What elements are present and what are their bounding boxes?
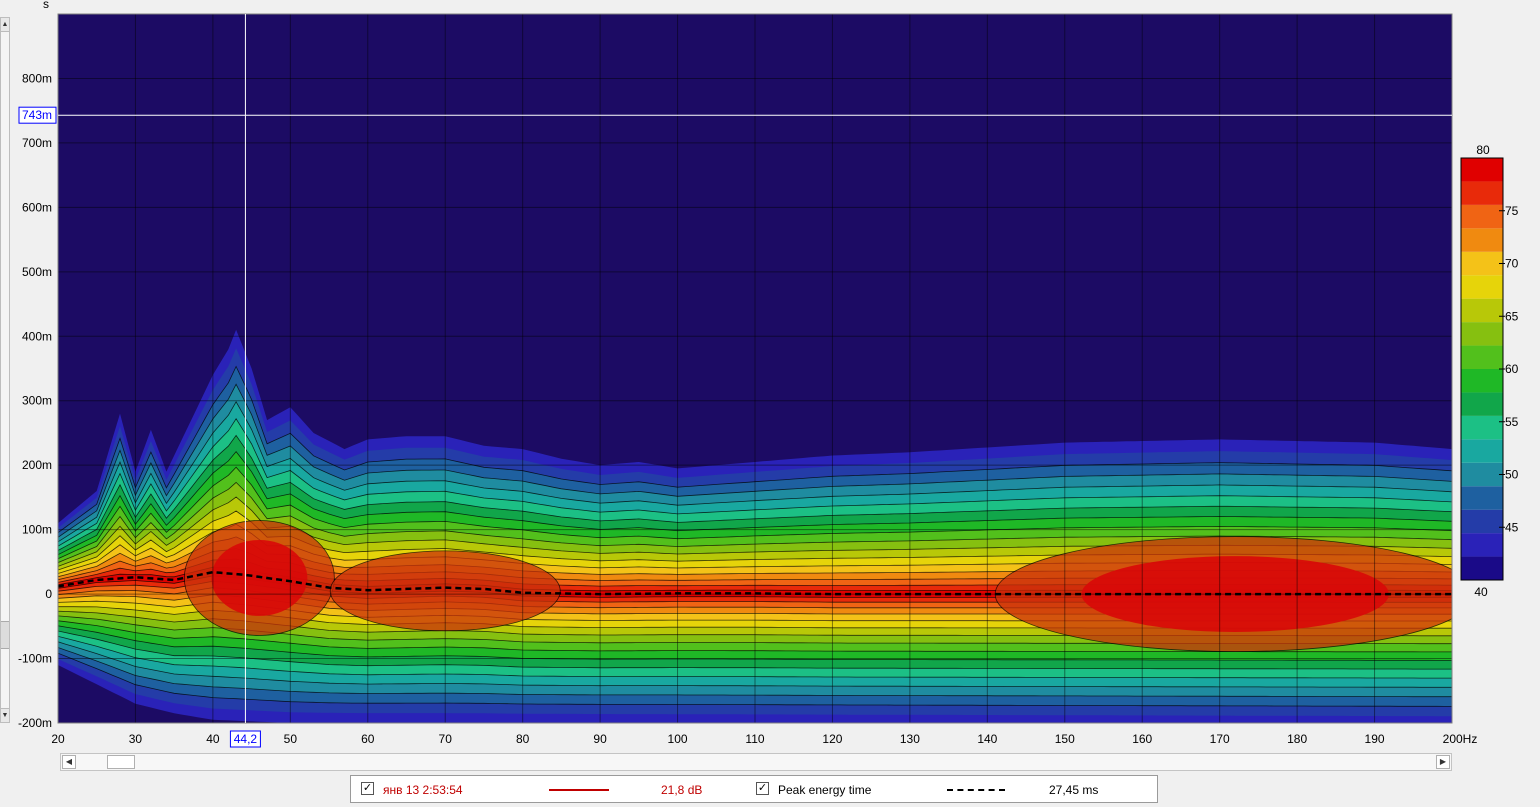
x-tick-label: 110 [745,732,764,746]
y-tick-label: 500m [22,265,52,279]
x-tick-label: 170 [1210,732,1230,746]
y-tick-label: -100m [18,652,52,666]
colorbar-segment [1461,298,1503,323]
peak-energy-line-swatch [947,789,1005,791]
legend-panel: ✓ янв 13 2:53:54 21,8 dB ✓ Peak energy t… [350,775,1158,803]
x-tick-label: 130 [900,732,920,746]
cursor-time-label: 743m [22,108,52,122]
colorbar-segment [1461,392,1503,416]
x-tick-label: 160 [1132,732,1152,746]
x-tick-label: 20 [51,732,65,746]
colorbar-segment [1461,556,1503,580]
colorbar-segment [1461,509,1503,534]
colorbar-label: 55 [1505,415,1519,429]
colorbar-segment [1461,158,1503,182]
x-tick-label: 40 [206,732,220,746]
horizontal-scrollbar[interactable]: ◀ ▶ [60,753,1452,771]
colorbar-label: 75 [1505,204,1519,218]
peak-energy-checkbox[interactable]: ✓ [756,782,769,795]
series-checkbox[interactable]: ✓ [361,782,374,795]
series-line-swatch [549,789,609,791]
x-tick-label: 80 [516,732,530,746]
x-tick-label: 180 [1287,732,1307,746]
colorbar-label: 70 [1505,257,1519,271]
colorbar-segment [1461,228,1503,252]
colorbar-segment [1461,275,1503,299]
spectrogram-chart[interactable]: 20 30 40 50 60 70 80 90 100 110 120 130 140 150 160 170… [0,0,1540,750]
colorbar-label: 80 [1476,143,1490,157]
x-tick-label: 190 [1365,732,1385,746]
colorbar-segment [1461,486,1503,510]
peak-energy-label: Peak energy time [778,783,872,797]
x-tick-label: 200Hz [1443,732,1478,746]
peak-energy-value: 27,45 ms [1049,783,1099,797]
y-tick-label: 100m [22,523,52,537]
colorbar-segment [1461,462,1503,487]
y-tick-label: 700m [22,136,52,150]
y-tick-label: 800m [22,71,52,85]
y-tick-label: 0 [45,587,52,601]
cursor-freq-label: 44,2 [234,732,258,746]
colorbar-label: 50 [1505,468,1519,482]
colorbar-segment [1461,322,1503,346]
x-tick-label: 50 [284,732,298,746]
y-tick-label: 300m [22,394,52,408]
x-tick-label: 30 [129,732,143,746]
colorbar-label: 65 [1505,309,1519,323]
series-timestamp: янв 13 2:53:54 [383,783,463,797]
colorbar-segment [1461,345,1503,369]
colorbar-label: 45 [1505,520,1519,534]
colorbar-segment [1461,204,1503,229]
colorbar-segment [1461,415,1503,440]
x-tick-label: 60 [361,732,375,746]
colorbar-label: 40 [1474,585,1488,599]
colorbar-segment [1461,533,1503,557]
x-tick-label: 120 [822,732,842,746]
scroll-left-arrow-icon[interactable]: ◀ [62,755,76,769]
colorbar-segment [1461,439,1503,463]
x-tick-label: 70 [439,732,453,746]
horizontal-scroll-thumb[interactable] [107,755,135,769]
y-tick-label: 200m [22,458,52,472]
x-tick-label: 100 [668,732,688,746]
x-tick-label: 90 [593,732,607,746]
series-value: 21,8 dB [661,783,703,797]
scroll-right-arrow-icon[interactable]: ▶ [1436,755,1450,769]
x-tick-label: 150 [1055,732,1075,746]
colorbar-segment [1461,369,1503,393]
y-tick-label: 600m [22,200,52,214]
x-tick-label: 140 [977,732,997,746]
colorbar-label: 60 [1505,362,1519,376]
y-tick-label: 400m [22,329,52,343]
colorbar-segment [1461,251,1503,276]
y-tick-label: -200m [18,716,52,730]
colorbar-segment [1461,181,1503,205]
